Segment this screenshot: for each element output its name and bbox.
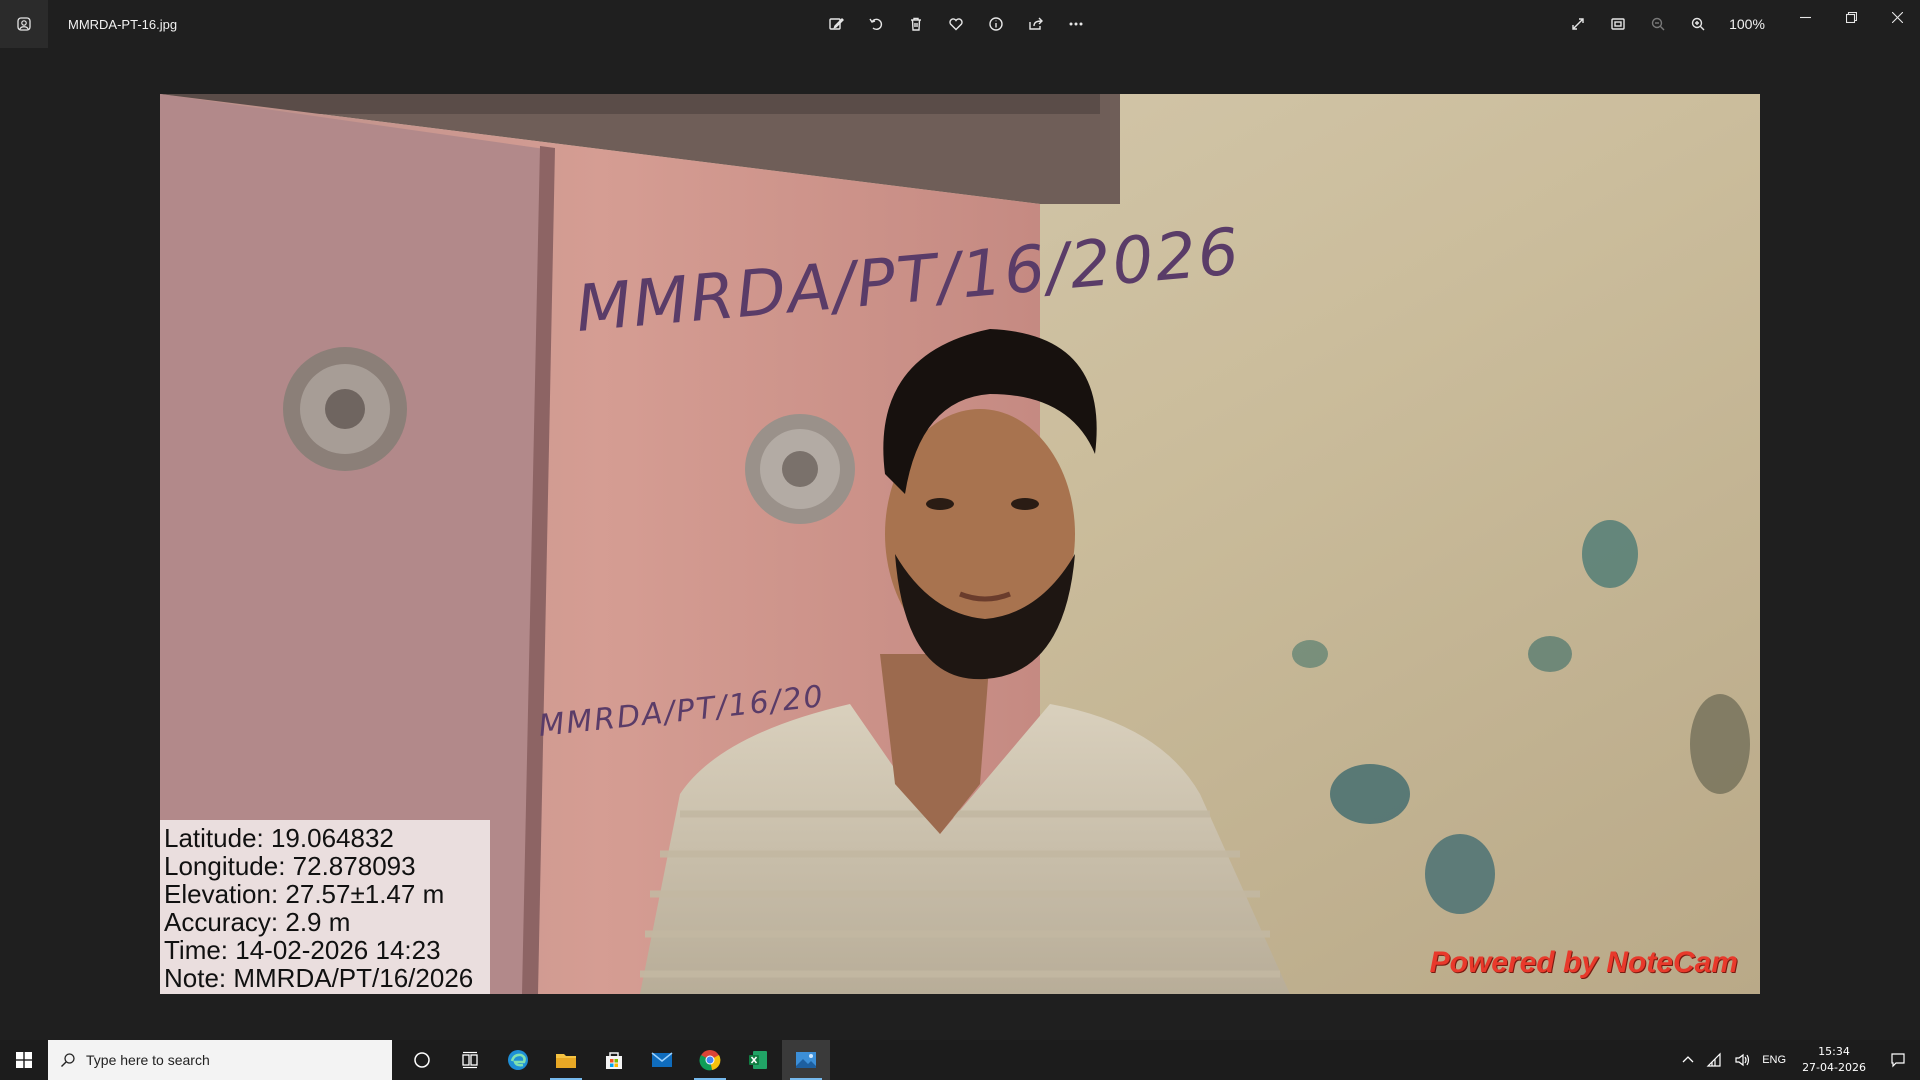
task-view-icon[interactable]	[446, 1040, 494, 1080]
favorite-heart-icon[interactable]	[940, 8, 972, 40]
minimize-icon[interactable]	[1782, 0, 1828, 34]
edge-browser-icon[interactable]	[494, 1040, 542, 1080]
share-icon[interactable]	[1020, 8, 1052, 40]
geo-info-overlay: Latitude: 19.064832 Longitude: 72.878093…	[160, 820, 490, 994]
delete-icon[interactable]	[900, 8, 932, 40]
info-icon[interactable]	[980, 8, 1012, 40]
start-button[interactable]	[0, 1040, 48, 1080]
microsoft-store-icon[interactable]	[590, 1040, 638, 1080]
window-controls	[1782, 0, 1920, 34]
elevation-text: Elevation: 27.57±1.47 m	[164, 879, 445, 909]
watermark: Powered by NoteCam	[1429, 946, 1738, 979]
title-bar: MMRDA-PT-16.jpg 100%	[0, 0, 1920, 48]
image-toolbar	[820, 0, 1092, 48]
file-name: MMRDA-PT-16.jpg	[68, 16, 178, 32]
accuracy-text: Accuracy: 2.9 m	[164, 907, 351, 937]
volume-icon[interactable]	[1728, 1040, 1756, 1080]
system-tray: ENG 15:34 27-04-2026	[1676, 1040, 1920, 1080]
notifications-icon[interactable]	[1876, 1040, 1920, 1080]
network-icon[interactable]	[1700, 1040, 1728, 1080]
photos-app-taskbar-icon[interactable]	[782, 1040, 830, 1080]
fullscreen-icon[interactable]	[1562, 8, 1594, 40]
mail-icon[interactable]	[638, 1040, 686, 1080]
photo-viewport[interactable]: MMRDA/PT/16/2026 MMRDA/PT/16/20 Latitude…	[160, 94, 1760, 994]
taskbar: Type here to search ENG 15:34 27-04-2026	[0, 1040, 1920, 1080]
system-clock[interactable]: 15:34 27-04-2026	[1792, 1044, 1876, 1076]
longitude-text: Longitude: 72.878093	[164, 851, 416, 881]
fit-to-window-icon[interactable]	[1602, 8, 1634, 40]
zoom-level[interactable]: 100%	[1722, 16, 1772, 32]
edit-image-icon[interactable]	[820, 8, 852, 40]
time-text: Time: 14-02-2026 14:23	[164, 935, 441, 965]
note-text: Note: MMRDA/PT/16/2026	[164, 963, 474, 993]
zoom-in-icon[interactable]	[1682, 8, 1714, 40]
rotate-icon[interactable]	[860, 8, 892, 40]
search-placeholder: Type here to search	[86, 1052, 210, 1068]
windows-logo-icon	[16, 1052, 32, 1068]
zoom-out-icon[interactable]	[1642, 8, 1674, 40]
more-options-icon[interactable]	[1060, 8, 1092, 40]
cortana-icon[interactable]	[398, 1040, 446, 1080]
clock-date: 27-04-2026	[1802, 1061, 1866, 1074]
view-tools: 100%	[1562, 0, 1772, 48]
photos-app-icon[interactable]	[0, 0, 48, 48]
latitude-text: Latitude: 19.064832	[164, 823, 394, 853]
close-icon[interactable]	[1874, 0, 1920, 34]
restore-icon[interactable]	[1828, 0, 1874, 34]
clock-time: 15:34	[1818, 1045, 1850, 1058]
excel-icon[interactable]	[734, 1040, 782, 1080]
taskbar-search-box[interactable]: Type here to search	[48, 1040, 392, 1080]
file-explorer-icon[interactable]	[542, 1040, 590, 1080]
chrome-icon[interactable]	[686, 1040, 734, 1080]
input-language[interactable]: ENG	[1756, 1040, 1792, 1080]
search-icon	[61, 1053, 75, 1067]
show-hidden-icons-chevron-icon[interactable]	[1676, 1040, 1700, 1080]
